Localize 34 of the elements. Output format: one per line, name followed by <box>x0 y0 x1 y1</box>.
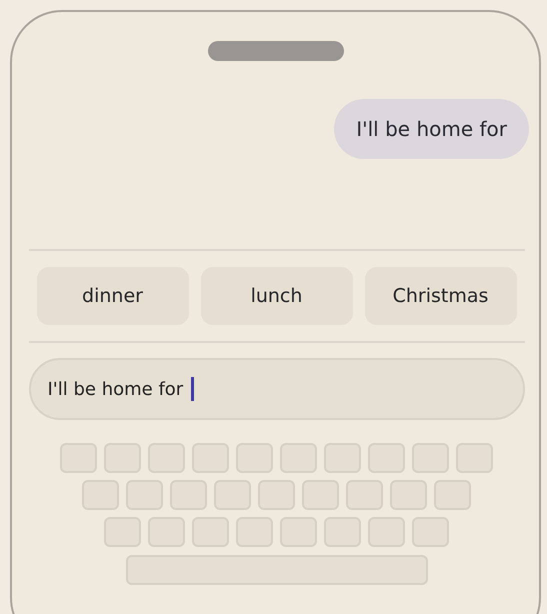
keyboard-key[interactable] <box>324 517 361 547</box>
keyboard-key[interactable] <box>104 517 141 547</box>
keyboard-key[interactable] <box>368 443 405 473</box>
keyboard-key[interactable] <box>390 480 427 510</box>
keyboard-key[interactable] <box>368 517 405 547</box>
keyboard-key[interactable] <box>280 443 317 473</box>
keyboard-key[interactable] <box>214 480 251 510</box>
keyboard-key[interactable] <box>302 480 339 510</box>
keyboard-key[interactable] <box>258 480 295 510</box>
keyboard-key[interactable] <box>148 517 185 547</box>
keyboard-key[interactable] <box>104 443 141 473</box>
keyboard-key[interactable] <box>456 443 493 473</box>
suggestion-button[interactable]: dinner <box>36 267 188 325</box>
keyboard-key[interactable] <box>412 517 449 547</box>
keyboard-key[interactable] <box>60 443 97 473</box>
keyboard-key[interactable] <box>324 443 361 473</box>
suggestion-button[interactable]: Christmas <box>364 267 516 325</box>
keyboard-key[interactable] <box>280 517 317 547</box>
keyboard-key[interactable] <box>192 517 229 547</box>
keyboard-key[interactable] <box>346 480 383 510</box>
keyboard-key[interactable] <box>82 480 119 510</box>
keyboard-key[interactable] <box>412 443 449 473</box>
keyboard-key[interactable] <box>236 443 273 473</box>
keyboard-key[interactable] <box>148 443 185 473</box>
keyboard-key[interactable] <box>434 480 471 510</box>
suggestion-button[interactable]: lunch <box>200 267 352 325</box>
message-bubble: I'll be home for <box>334 99 529 159</box>
space-bar[interactable] <box>126 555 428 585</box>
keyboard-key[interactable] <box>192 443 229 473</box>
keyboard-key[interactable] <box>236 517 273 547</box>
keyboard-key[interactable] <box>170 480 207 510</box>
input-field[interactable]: I'll be home for <box>28 358 524 420</box>
keyboard-key[interactable] <box>126 480 163 510</box>
text-cursor <box>191 377 194 401</box>
